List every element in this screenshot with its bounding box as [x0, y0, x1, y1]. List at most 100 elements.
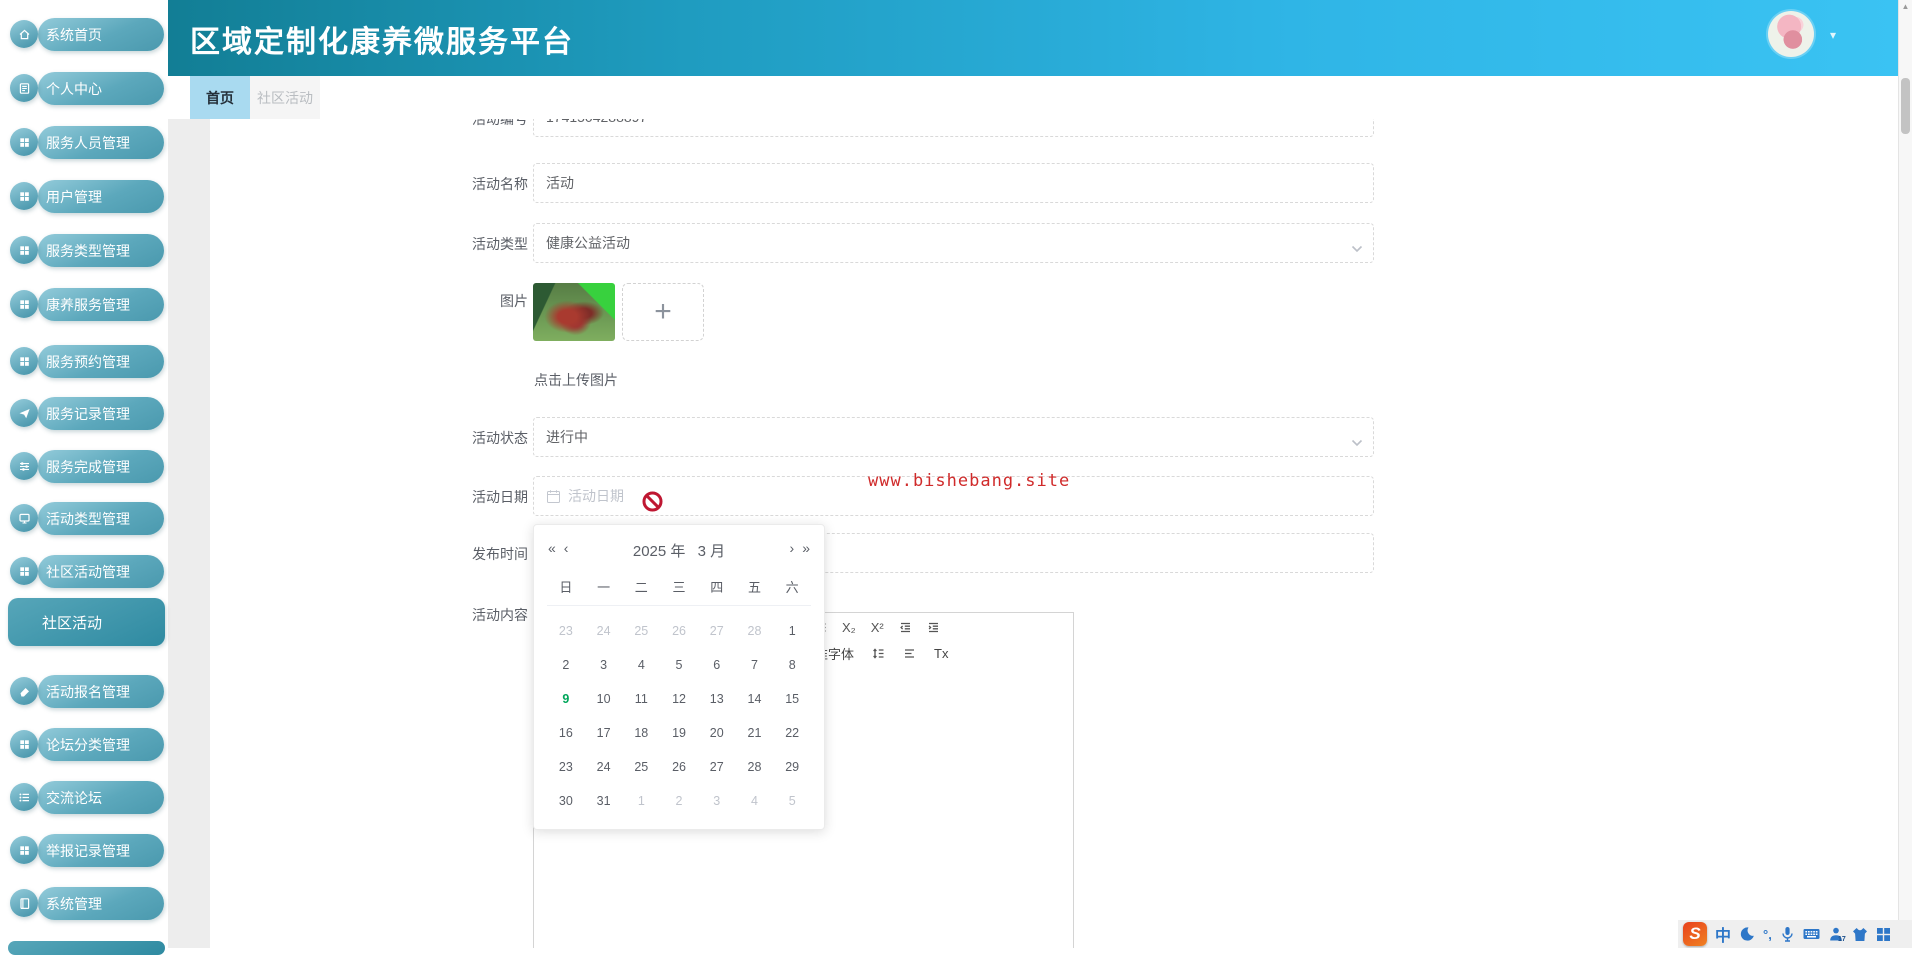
keyboard-icon[interactable]	[1803, 927, 1820, 941]
calendar-day[interactable]: 10	[585, 682, 623, 716]
calendar-week-row: 30 31 1 2 3 4 5	[547, 784, 811, 818]
calendar-day[interactable]: 5	[660, 648, 698, 682]
weekday-label: 一	[597, 580, 611, 595]
calendar-day[interactable]: 19	[660, 716, 698, 750]
chinese-mode-button[interactable]: 中	[1715, 922, 1731, 946]
sidebar-item-bookings[interactable]: 服务预约管理	[10, 345, 164, 378]
calendar-day[interactable]: 29	[773, 750, 811, 784]
calendar-day[interactable]: 23	[547, 614, 585, 648]
line-height-icon[interactable]	[872, 647, 885, 660]
microphone-icon[interactable]	[1780, 926, 1795, 942]
activity-type-select[interactable]: 健康公益活动	[533, 223, 1374, 263]
sidebar-item-system[interactable]: 系统管理	[10, 887, 164, 920]
activity-name-input[interactable]: 活动	[533, 163, 1374, 203]
calendar-day[interactable]: 20	[698, 716, 736, 750]
sidebar-item-forum[interactable]: 交流论坛	[10, 781, 164, 814]
calendar-day[interactable]: 12	[660, 682, 698, 716]
avatar[interactable]	[1768, 11, 1814, 57]
align-left-icon[interactable]	[903, 647, 916, 660]
calendar-day[interactable]: 24	[585, 614, 623, 648]
scrollbar-thumb[interactable]	[1901, 78, 1910, 134]
sidebar-item-profile[interactable]: 个人中心	[10, 72, 164, 105]
date-picker-popup: « ‹ 2025 年 3 月 › » 日一二三四五六 23 24 25 26 27 28 1…	[533, 524, 825, 830]
calendar-day[interactable]: 7	[736, 648, 774, 682]
calendar-day[interactable]: 28	[736, 614, 774, 648]
sidebar-item-forum-categories[interactable]: 论坛分类管理	[10, 728, 164, 761]
sidebar-item-community-mgmt[interactable]: 社区活动管理	[10, 555, 164, 588]
sidebar-item-users[interactable]: 用户管理	[10, 180, 164, 213]
calendar-day[interactable]: 3	[698, 784, 736, 818]
sidebar-item-care-services[interactable]: 康养服务管理	[10, 288, 164, 321]
calendar-day[interactable]: 23	[547, 750, 585, 784]
calendar-day[interactable]: 3	[585, 648, 623, 682]
calendar-day[interactable]: 18	[622, 716, 660, 750]
calendar-day[interactable]: 25	[622, 614, 660, 648]
calendar-day[interactable]: 1	[773, 614, 811, 648]
calendar-day[interactable]: 26	[660, 750, 698, 784]
calendar-day[interactable]: 13	[698, 682, 736, 716]
sidebar-item-activity-types[interactable]: 活动类型管理	[10, 502, 164, 535]
sogou-logo[interactable]: S	[1683, 922, 1707, 946]
night-mode-icon[interactable]	[1739, 926, 1755, 942]
activity-status-select[interactable]: 进行中	[533, 417, 1374, 457]
year-select-button[interactable]: 2025 年	[633, 543, 686, 560]
toolbox-icon[interactable]	[1876, 927, 1891, 942]
calendar-day[interactable]: 2	[547, 648, 585, 682]
field-label-activity-date: 活动日期	[472, 489, 528, 505]
calendar-day[interactable]: 25	[622, 750, 660, 784]
calendar-day[interactable]: 11	[622, 682, 660, 716]
sidebar-item-records[interactable]: 服务记录管理	[10, 397, 164, 430]
sidebar-item-partial[interactable]	[8, 941, 165, 955]
sidebar-item-staff[interactable]: 服务人员管理	[10, 126, 164, 159]
chevron-down-icon[interactable]: ▾	[1830, 28, 1836, 42]
calendar-day[interactable]: 4	[736, 784, 774, 818]
account-icon[interactable]: 17	[1828, 926, 1846, 943]
calendar-day[interactable]: 1	[622, 784, 660, 818]
tab-home[interactable]: 首页	[190, 76, 250, 119]
outdent-icon[interactable]	[899, 621, 912, 634]
next-year-button[interactable]: »	[802, 540, 810, 556]
calendar-day-today[interactable]: 9	[547, 682, 585, 716]
calendar-day[interactable]: 5	[773, 784, 811, 818]
plus-icon: +	[654, 295, 672, 328]
calendar-day[interactable]: 4	[622, 648, 660, 682]
scroll-up-arrow-icon[interactable]: ▲	[1899, 2, 1912, 11]
calendar-day[interactable]: 26	[660, 614, 698, 648]
calendar-day[interactable]: 2	[660, 784, 698, 818]
activity-code-input[interactable]: 1741504288897	[533, 119, 1374, 137]
sidebar-item-community-activity[interactable]: 社区活动	[8, 598, 165, 646]
calendar-day[interactable]: 30	[547, 784, 585, 818]
vertical-scrollbar[interactable]: ▲	[1898, 0, 1912, 948]
upload-image-button[interactable]: +	[622, 283, 704, 341]
grid-icon	[10, 290, 38, 318]
calendar-day[interactable]: 31	[585, 784, 623, 818]
calendar-day[interactable]: 21	[736, 716, 774, 750]
calendar-day[interactable]: 27	[698, 614, 736, 648]
field-label-activity-status: 活动状态	[472, 430, 528, 446]
calendar-day[interactable]: 17	[585, 716, 623, 750]
sidebar-item-signups[interactable]: 活动报名管理	[10, 675, 164, 708]
indent-icon[interactable]	[927, 621, 940, 634]
calendar-day[interactable]: 16	[547, 716, 585, 750]
sidebar-item-service-types[interactable]: 服务类型管理	[10, 234, 164, 267]
sidebar-item-completions[interactable]: 服务完成管理	[10, 450, 164, 483]
calendar-day[interactable]: 14	[736, 682, 774, 716]
calendar-day[interactable]: 27	[698, 750, 736, 784]
sidebar-item-home[interactable]: 系统首页	[10, 18, 164, 51]
calendar-day[interactable]: 24	[585, 750, 623, 784]
tab-community-activity[interactable]: 社区活动	[250, 76, 320, 119]
punctuation-icon[interactable]: °,	[1763, 927, 1772, 942]
calendar-day[interactable]: 28	[736, 750, 774, 784]
calendar-day[interactable]: 22	[773, 716, 811, 750]
sidebar-item-reports[interactable]: 举报记录管理	[10, 834, 164, 867]
calendar-day[interactable]: 8	[773, 648, 811, 682]
calendar-day[interactable]: 15	[773, 682, 811, 716]
calendar-day[interactable]: 6	[698, 648, 736, 682]
skin-icon[interactable]	[1852, 927, 1868, 942]
clear-format-button[interactable]: Tx	[934, 646, 948, 661]
month-select-button[interactable]: 3 月	[698, 543, 726, 560]
next-month-button[interactable]: ›	[790, 540, 795, 556]
subscript-button[interactable]: X₂	[842, 620, 856, 635]
uploaded-image-thumbnail[interactable]	[533, 283, 615, 341]
superscript-button[interactable]: X²	[871, 620, 884, 635]
